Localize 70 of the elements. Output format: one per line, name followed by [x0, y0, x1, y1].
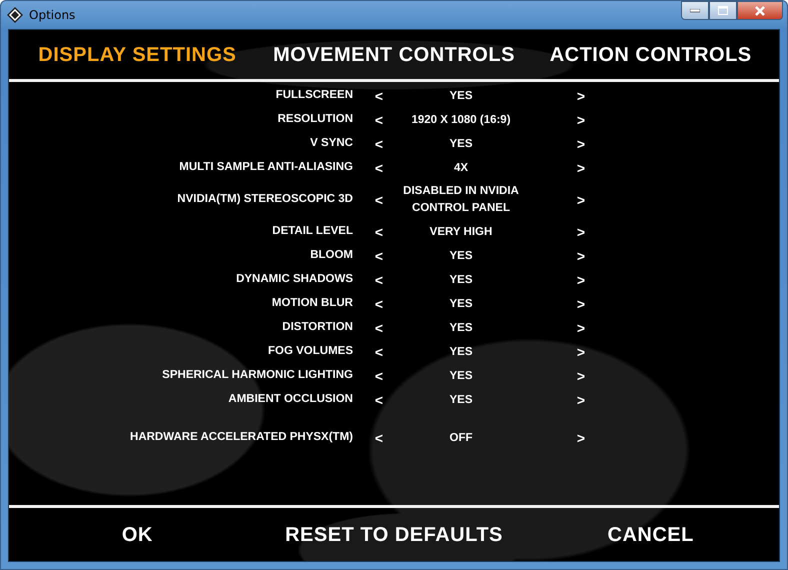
previous-button[interactable]: <: [374, 225, 383, 239]
app-icon: [7, 7, 23, 23]
window-title: Options: [29, 7, 76, 24]
setting-label: NVIDIA(TM) STEREOSCOPIC 3D: [176, 192, 353, 208]
setting-value: YES: [448, 248, 474, 264]
next-button[interactable]: >: [576, 321, 585, 335]
next-button[interactable]: >: [576, 431, 585, 445]
setting-label: V SYNC: [309, 136, 353, 152]
minimize-icon: [690, 8, 700, 12]
previous-button[interactable]: <: [374, 297, 383, 311]
next-button[interactable]: >: [576, 113, 585, 127]
maximize-icon: [718, 6, 728, 15]
close-button[interactable]: [737, 1, 783, 20]
previous-button[interactable]: <: [374, 321, 383, 335]
setting-value: YES: [448, 272, 474, 288]
previous-button[interactable]: <: [374, 113, 383, 127]
setting-value: YES: [448, 136, 474, 152]
setting-value: YES: [448, 320, 474, 336]
setting-label: BLOOM: [309, 248, 353, 264]
minimize-button[interactable]: [681, 1, 709, 20]
next-button[interactable]: >: [576, 137, 585, 151]
previous-button[interactable]: <: [374, 137, 383, 151]
previous-button[interactable]: <: [374, 393, 383, 407]
setting-label: FOG VOLUMES: [267, 344, 353, 360]
close-icon: [755, 6, 765, 16]
tab[interactable]: MOVEMENT CONTROLS: [273, 40, 515, 70]
next-button[interactable]: >: [576, 161, 585, 175]
next-button[interactable]: >: [576, 345, 585, 359]
dialog-button[interactable]: OK: [122, 520, 153, 550]
previous-button[interactable]: <: [374, 193, 383, 207]
setting-label: MOTION BLUR: [270, 296, 353, 312]
setting-label: AMBIENT OCCLUSION: [227, 392, 353, 408]
setting-label: DISTORTION: [281, 320, 353, 336]
setting-label: MULTI SAMPLE ANTI-ALIASING: [178, 160, 353, 176]
tab[interactable]: DISPLAY SETTINGS: [38, 40, 236, 70]
setting-value: DISABLED IN NVIDIA CONTROL PANEL: [402, 184, 520, 216]
setting-label: RESOLUTION: [276, 112, 353, 128]
setting-value: YES: [448, 368, 474, 384]
setting-value: VERY HIGH: [428, 224, 494, 240]
setting-value: YES: [448, 296, 474, 312]
tab[interactable]: ACTION CONTROLS: [550, 40, 752, 70]
setting-value: 1920 X 1080 (16:9): [410, 112, 512, 128]
next-button[interactable]: >: [576, 193, 585, 207]
dialog-button[interactable]: CANCEL: [608, 520, 694, 550]
previous-button[interactable]: <: [374, 345, 383, 359]
next-button[interactable]: >: [576, 369, 585, 383]
next-button[interactable]: >: [576, 273, 585, 287]
setting-value: OFF: [448, 430, 474, 446]
setting-label: SPHERICAL HARMONIC LIGHTING: [161, 368, 353, 384]
previous-button[interactable]: <: [374, 249, 383, 263]
setting-value: YES: [448, 88, 474, 104]
maximize-button[interactable]: [709, 1, 737, 20]
previous-button[interactable]: <: [374, 431, 383, 445]
previous-button[interactable]: <: [374, 369, 383, 383]
previous-button[interactable]: <: [374, 89, 383, 103]
previous-button[interactable]: <: [374, 161, 383, 175]
previous-button[interactable]: <: [374, 273, 383, 287]
setting-label: HARDWARE ACCELERATED PHYSX(TM): [129, 430, 353, 446]
next-button[interactable]: >: [576, 89, 585, 103]
next-button[interactable]: >: [576, 225, 585, 239]
next-button[interactable]: >: [576, 249, 585, 263]
next-button[interactable]: >: [576, 393, 585, 407]
setting-value: YES: [448, 344, 474, 360]
setting-value: YES: [448, 392, 474, 408]
setting-label: FULLSCREEN: [274, 88, 353, 104]
setting-label: DETAIL LEVEL: [271, 224, 353, 240]
setting-label: DYNAMIC SHADOWS: [235, 272, 353, 288]
dialog-button[interactable]: RESET TO DEFAULTS: [285, 520, 503, 550]
next-button[interactable]: >: [576, 297, 585, 311]
setting-value: 4X: [452, 160, 470, 176]
